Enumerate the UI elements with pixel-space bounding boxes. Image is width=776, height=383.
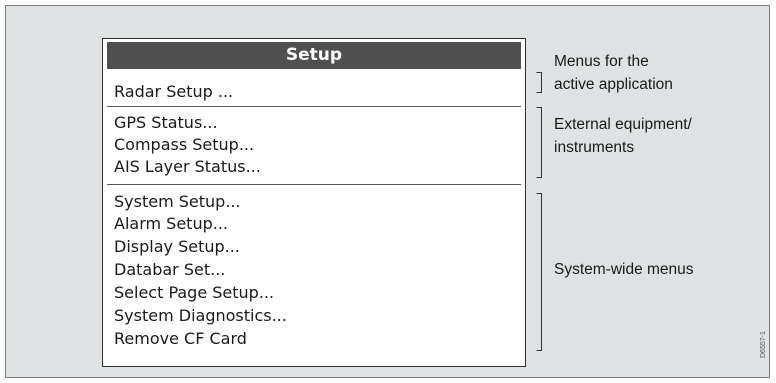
bracket-system-wide — [536, 193, 542, 351]
background-panel: Setup Radar Setup ... GPS Status... Comp… — [5, 5, 770, 378]
annotation-system-wide: System-wide menus — [554, 261, 694, 278]
figure-reference: D6557-1 — [760, 331, 767, 358]
annotation-application-menus: Menus for the active application — [554, 53, 673, 93]
bracket-application — [536, 72, 542, 93]
annotation-external-equipment: External equipment/ instruments — [554, 116, 692, 156]
bracket-external — [536, 107, 542, 178]
